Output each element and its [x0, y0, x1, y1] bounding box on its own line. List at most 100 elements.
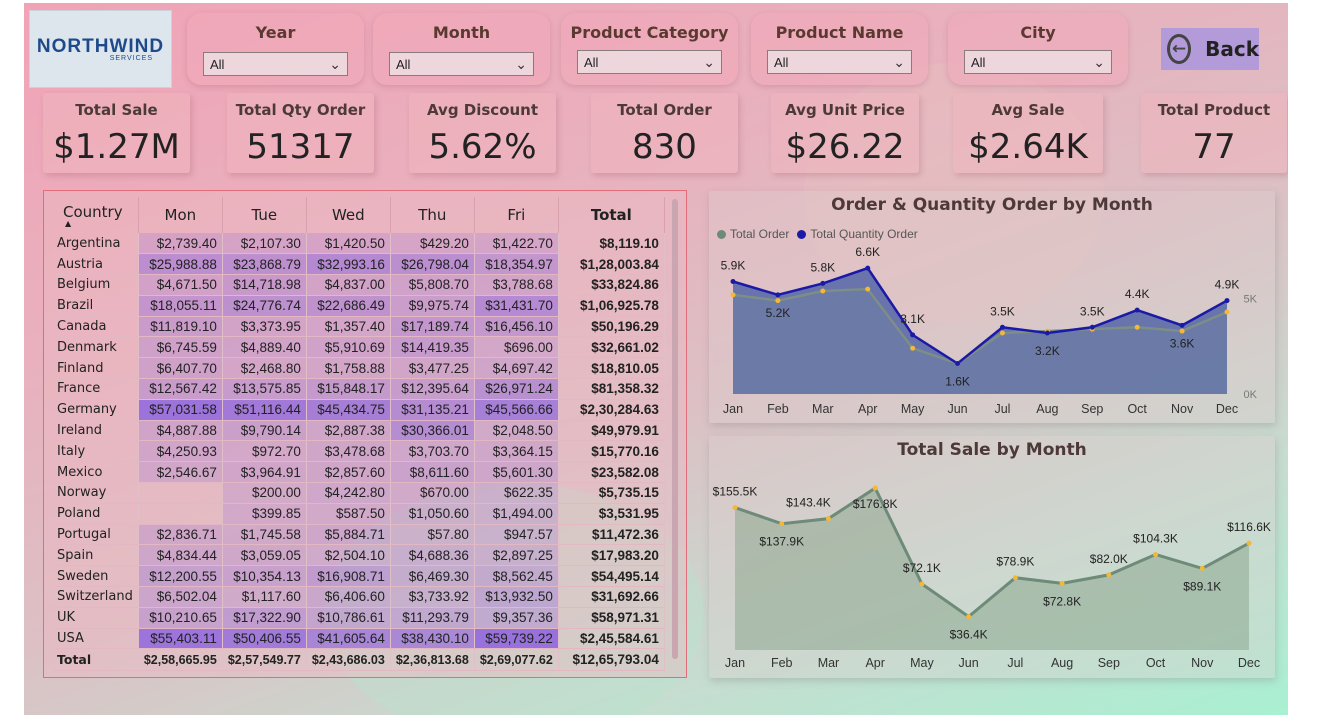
- x-tick-label: Apr: [858, 402, 877, 416]
- back-button[interactable]: ← Back: [1161, 28, 1259, 70]
- table-row[interactable]: Germany $57,031.58 $51,116.44 $45,434.75 $31…: [53, 399, 665, 421]
- chevron-down-icon: ⌄: [329, 56, 341, 72]
- cell-tue: $2,107.30: [222, 233, 307, 255]
- table-row[interactable]: Brazil $18,055.11 $24,776.74 $22,686.49 $9,9…: [53, 295, 665, 317]
- total-row-cell: $2,36,813.68: [390, 648, 475, 672]
- cell-mon: $55,403.11: [138, 628, 223, 650]
- cell-tue: $4,889.40: [222, 336, 307, 359]
- quantity-point: [1224, 298, 1230, 304]
- table-row[interactable]: Finland $6,407.70 $2,468.80 $1,758.88 $3,477…: [53, 357, 665, 380]
- cell-total: $2,30,284.63: [558, 399, 665, 421]
- cell-thu: $30,366.01: [390, 420, 475, 442]
- sales-matrix-table: Country ▲ Mon Tue Wed Thu Fri Total Argen…: [43, 190, 687, 678]
- quantity-point: [730, 279, 736, 285]
- table-row[interactable]: Belgium $4,671.50 $14,718.98 $4,837.00 $5,80…: [53, 274, 665, 296]
- cell-total: $2,45,584.61: [558, 628, 665, 650]
- kpi-title: Total Product: [1157, 101, 1271, 119]
- column-header-wed[interactable]: Wed: [306, 197, 391, 233]
- table-row[interactable]: Sweden $12,200.55 $10,354.13 $16,908.71 $6,4…: [53, 565, 665, 588]
- table-row[interactable]: France $12,567.42 $13,575.85 $15,848.17 $12,…: [53, 378, 665, 400]
- data-label: 3.2K: [1035, 344, 1060, 358]
- product-name-dropdown[interactable]: All ⌄: [767, 50, 912, 74]
- column-header-fri[interactable]: Fri: [474, 197, 559, 233]
- cell-fri: $9,357.36: [474, 607, 559, 629]
- table-row[interactable]: Denmark $6,745.59 $4,889.40 $5,910.69 $14,41…: [53, 336, 665, 359]
- data-label: $72.1K: [903, 561, 941, 575]
- cell-mon: $18,055.11: [138, 295, 223, 317]
- northwind-logo: NORTHWIND SERVICES: [29, 10, 172, 88]
- x-tick-label: May: [910, 656, 934, 670]
- column-header-thu[interactable]: Thu: [390, 197, 475, 233]
- table-row[interactable]: Argentina $2,739.40 $2,107.30 $1,420.50 $429…: [53, 233, 665, 255]
- table-row[interactable]: Canada $11,819.10 $3,373.95 $1,357.40 $17,18…: [53, 316, 665, 338]
- cell-tue: $3,964.91: [222, 461, 307, 484]
- cell-country: Portugal: [53, 524, 139, 546]
- cell-fri: $1,422.70: [474, 233, 559, 255]
- table-row[interactable]: Mexico $2,546.67 $3,964.91 $2,857.60 $8,611.…: [53, 461, 665, 484]
- cell-country: France: [53, 378, 139, 400]
- city-dropdown[interactable]: All ⌄: [964, 50, 1112, 74]
- data-label: $89.1K: [1183, 579, 1221, 593]
- table-scrollbar[interactable]: [672, 199, 678, 659]
- cell-wed: $2,887.38: [306, 420, 391, 442]
- x-tick-label: Jul: [1007, 656, 1023, 670]
- quantity-point: [1089, 324, 1095, 330]
- x-tick-label: Jan: [723, 402, 743, 416]
- column-header-tue[interactable]: Tue: [222, 197, 307, 233]
- column-header-mon[interactable]: Mon: [138, 197, 223, 233]
- table-row[interactable]: Spain $4,834.44 $3,059.05 $2,504.10 $4,688.3…: [53, 544, 665, 567]
- cell-wed: $41,605.64: [306, 628, 391, 650]
- cell-thu: $1,050.60: [390, 503, 475, 525]
- table-row[interactable]: USA $55,403.11 $50,406.55 $41,605.64 $38,430…: [53, 628, 665, 650]
- cell-mon: $4,250.93: [138, 440, 223, 463]
- product-category-slicer-label: Product Category: [570, 23, 729, 42]
- table-row[interactable]: Poland $399.85 $587.50 $1,050.60 $1,494.00 $3…: [53, 503, 665, 525]
- kpi-value: $26.22: [785, 127, 905, 167]
- kpi-title: Total Qty Order: [235, 101, 366, 119]
- table-row[interactable]: Italy $4,250.93 $972.70 $3,478.68 $3,703.70 $…: [53, 440, 665, 463]
- month-dropdown[interactable]: All ⌄: [389, 52, 534, 76]
- chevron-down-icon: ⌄: [893, 54, 905, 70]
- kpi-avg-sale: Avg Sale $2.64K: [953, 93, 1103, 173]
- kpi-value: 830: [632, 127, 697, 167]
- cell-total: $17,983.20: [558, 544, 665, 567]
- column-header-total[interactable]: Total: [558, 197, 665, 233]
- year-dropdown[interactable]: All ⌄: [203, 52, 348, 76]
- cell-mon: [138, 503, 223, 525]
- cell-thu: $11,293.79: [390, 607, 475, 629]
- cell-fri: $18,354.97: [474, 253, 559, 276]
- table-row[interactable]: Switzerland $6,502.04 $1,117.60 $6,406.60 $3…: [53, 586, 665, 608]
- kpi-total-order: Total Order 830: [591, 93, 738, 173]
- data-label: $176.8K: [853, 497, 898, 511]
- cell-total: $32,661.02: [558, 336, 665, 359]
- year-slicer: Year All ⌄: [187, 13, 364, 85]
- cell-thu: $38,430.10: [390, 628, 475, 650]
- product-category-dropdown[interactable]: All ⌄: [577, 50, 722, 74]
- table-row[interactable]: Norway $200.00 $4,242.80 $670.00 $622.35 $5,7…: [53, 482, 665, 504]
- cell-fri: $16,456.10: [474, 316, 559, 338]
- order-quantity-line-chart[interactable]: 5.9K 5.2K 5.8K 6.6K 3.1K 1.6K 3.5K 3.2K 3.5K 4.4K…: [709, 191, 1275, 423]
- table-row[interactable]: Austria $25,988.88 $23,868.79 $32,993.16 $26…: [53, 253, 665, 276]
- cell-thu: $429.20: [390, 233, 475, 255]
- table-row[interactable]: Portugal $2,836.71 $1,745.58 $5,884.71 $57.8…: [53, 524, 665, 546]
- quantity-point: [1044, 330, 1050, 336]
- column-header-country[interactable]: Country ▲: [53, 197, 139, 233]
- cell-mon: $4,671.50: [138, 274, 223, 296]
- cell-country: Denmark: [53, 336, 139, 359]
- total-sale-area-chart[interactable]: $155.5K $137.9K $143.4K $176.8K $72.1K $36.4K…: [709, 436, 1275, 678]
- cell-fri: $3,788.68: [474, 274, 559, 296]
- data-label: 1.6K: [945, 374, 970, 388]
- table-row[interactable]: UK $10,210.65 $17,322.90 $10,786.61 $11,293.…: [53, 607, 665, 629]
- cell-tue: $51,116.44: [222, 399, 307, 421]
- cell-mon: $6,745.59: [138, 336, 223, 359]
- cell-mon: $57,031.58: [138, 399, 223, 421]
- total-row-label: Total: [53, 648, 139, 672]
- data-label: $78.9K: [996, 555, 1034, 569]
- quantity-point: [820, 280, 826, 286]
- cell-mon: $6,502.04: [138, 586, 223, 608]
- cell-fri: $31,431.70: [474, 295, 559, 317]
- cell-thu: $26,798.04: [390, 253, 475, 276]
- table-row[interactable]: Ireland $4,887.88 $9,790.14 $2,887.38 $30,36…: [53, 420, 665, 442]
- sort-ascending-icon: ▲: [65, 219, 72, 228]
- order-point: [1224, 309, 1230, 315]
